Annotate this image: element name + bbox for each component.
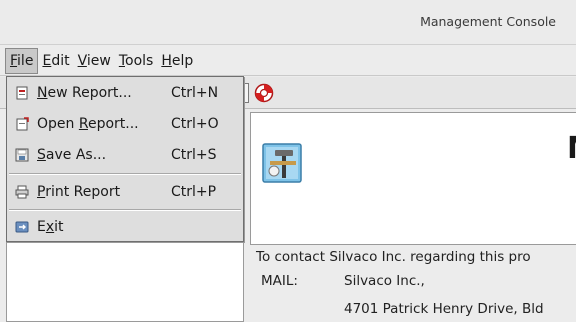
menu-file[interactable]: File — [5, 47, 39, 74]
exit-post: it — [54, 219, 64, 235]
menu-view-mnemonic: V — [77, 52, 87, 69]
menu-item-exit[interactable]: Exit — [7, 213, 243, 241]
menu-item-print-report[interactable]: Print Report Ctrl+P — [7, 178, 243, 206]
window-title: Management Console — [0, 14, 576, 29]
menu-file-mnemonic: F — [10, 52, 18, 69]
window-title-text: Management Console — [420, 14, 556, 29]
menu-edit[interactable]: Edit — [38, 49, 73, 73]
menu-item-save-as-label: Save As... — [37, 147, 171, 163]
menu-separator — [9, 173, 241, 175]
mail-address-line1: Silvaco Inc., — [344, 273, 425, 289]
open-report-post: eport... — [87, 116, 139, 132]
menu-separator — [9, 209, 241, 211]
menu-view-label: iew — [86, 52, 111, 69]
save-as-shortcut: Ctrl+S — [171, 147, 217, 163]
menu-item-exit-label: Exit — [37, 219, 171, 235]
new-report-shortcut: Ctrl+N — [171, 85, 219, 101]
contact-intro-text: To contact Silvaco Inc. regarding this p… — [256, 249, 531, 265]
open-report-mnemonic: R — [78, 116, 88, 132]
menu-help[interactable]: Help — [157, 49, 197, 73]
save-icon — [15, 148, 29, 162]
menu-item-open-report[interactable]: Open Report... Ctrl+O — [7, 110, 243, 138]
menu-item-new-report[interactable]: New Report... Ctrl+N — [7, 79, 243, 107]
open-report-shortcut: Ctrl+O — [171, 116, 219, 132]
save-as-mnemonic: S — [37, 147, 46, 163]
menu-help-label: elp — [171, 52, 194, 69]
print-report-shortcut: Ctrl+P — [171, 184, 217, 200]
menu-tools-label: ools — [125, 52, 154, 69]
menu-item-print-report-label: Print Report — [37, 184, 171, 200]
menubar: File Edit View Tools Help — [0, 46, 576, 76]
mail-address-line2: 4701 Patrick Henry Drive, Bld — [344, 301, 544, 317]
exit-mnemonic: x — [45, 219, 55, 235]
print-report-mnemonic: P — [37, 184, 46, 200]
window-titlebar: Management Console — [0, 0, 576, 45]
menu-view[interactable]: View — [74, 49, 115, 73]
save-as-post: ave As... — [45, 147, 107, 163]
exit-icon — [15, 221, 29, 233]
menu-item-open-report-label: Open Report... — [37, 116, 171, 132]
lifebuoy-help-icon[interactable] — [254, 83, 274, 103]
menu-item-new-report-label: New Report... — [37, 85, 171, 101]
open-report-icon — [16, 117, 29, 131]
open-report-pre: Open — [37, 116, 79, 132]
exit-pre: E — [37, 219, 46, 235]
new-report-post: ew Report... — [47, 85, 132, 101]
mail-label: MAIL: — [261, 273, 298, 289]
contact-info: To contact Silvaco Inc. regarding this p… — [250, 244, 576, 322]
tools-hammer-icon — [262, 143, 302, 183]
menu-item-save-as[interactable]: Save As... Ctrl+S — [7, 141, 243, 169]
menu-help-mnemonic: H — [161, 52, 172, 69]
new-report-icon — [16, 86, 28, 100]
about-heading: M — [567, 131, 576, 166]
new-report-mnemonic: N — [37, 85, 48, 101]
menu-file-label: ile — [17, 52, 34, 69]
menu-tools[interactable]: Tools — [115, 49, 158, 73]
menu-edit-mnemonic: E — [42, 52, 52, 69]
print-icon — [15, 185, 29, 199]
file-menu-dropdown: New Report... Ctrl+N Open Report... Ctrl… — [6, 76, 244, 242]
print-report-post: rint Report — [45, 184, 121, 200]
menu-edit-label: dit — [51, 52, 70, 69]
